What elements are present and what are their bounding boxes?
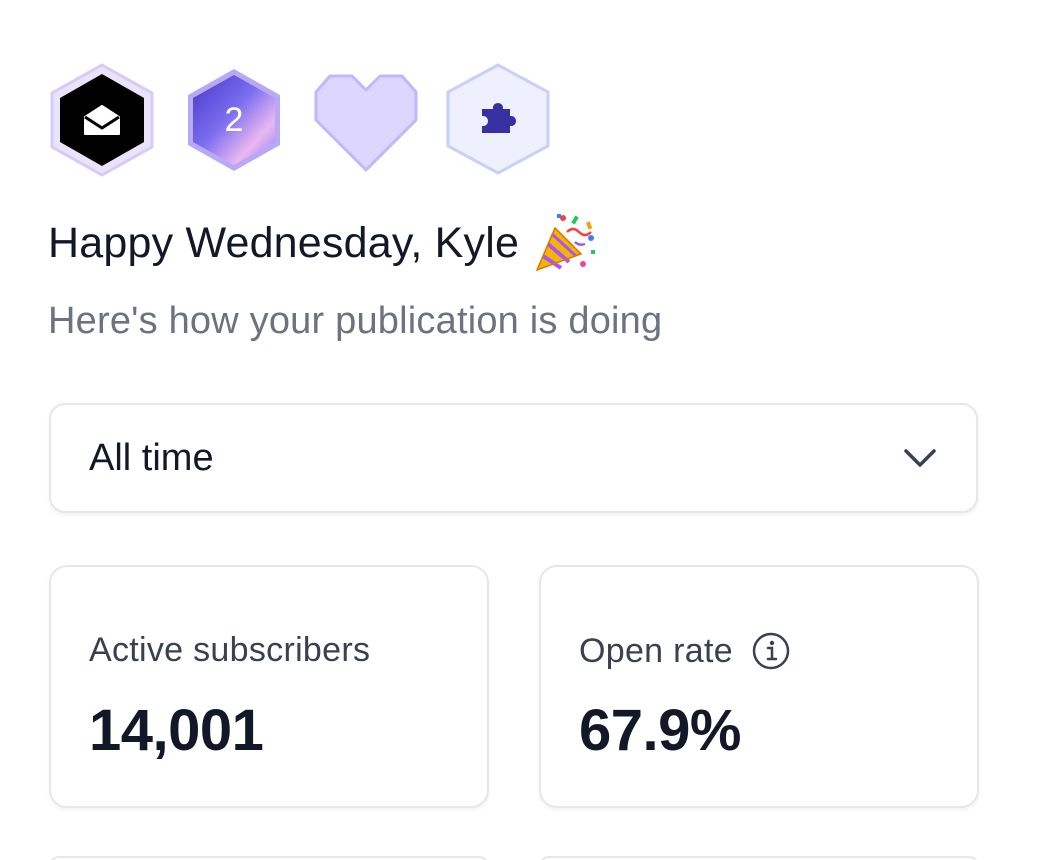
next-card-left[interactable] bbox=[49, 856, 489, 860]
active-subscribers-value: 14,001 bbox=[89, 698, 264, 763]
heart-icon bbox=[314, 74, 418, 172]
active-subscribers-label: Active subscribers bbox=[89, 631, 371, 669]
integration-badge[interactable] bbox=[444, 62, 552, 176]
info-icon[interactable] bbox=[751, 631, 791, 671]
dashboard-page: 2 Happy Wednesday, Kyle Here's how your … bbox=[0, 0, 1037, 860]
puzzle-piece-icon bbox=[446, 63, 550, 175]
greeting-text: Happy Wednesday, Kyle bbox=[48, 218, 520, 267]
open-rate-card[interactable]: Open rate 67.9% bbox=[539, 565, 979, 808]
level-number: 2 bbox=[224, 100, 244, 139]
greeting-heading: Happy Wednesday, Kyle bbox=[48, 212, 599, 274]
active-subscribers-card[interactable]: Active subscribers 14,001 bbox=[49, 565, 489, 808]
next-card-right[interactable] bbox=[539, 856, 979, 860]
time-range-selected-value: All time bbox=[89, 436, 214, 479]
envelope-open-icon bbox=[50, 63, 154, 177]
heart-badge[interactable] bbox=[310, 70, 422, 174]
chevron-down-icon bbox=[904, 449, 936, 467]
open-rate-label: Open rate bbox=[579, 631, 733, 670]
open-rate-label-row: Open rate bbox=[579, 631, 791, 671]
level-badge[interactable]: 2 bbox=[184, 66, 284, 174]
party-popper-icon bbox=[533, 212, 599, 274]
time-range-select[interactable]: All time bbox=[49, 403, 978, 513]
newsletter-badge[interactable] bbox=[48, 62, 156, 178]
open-rate-value: 67.9% bbox=[579, 698, 741, 763]
page-subtitle: Here's how your publication is doing bbox=[48, 300, 663, 342]
